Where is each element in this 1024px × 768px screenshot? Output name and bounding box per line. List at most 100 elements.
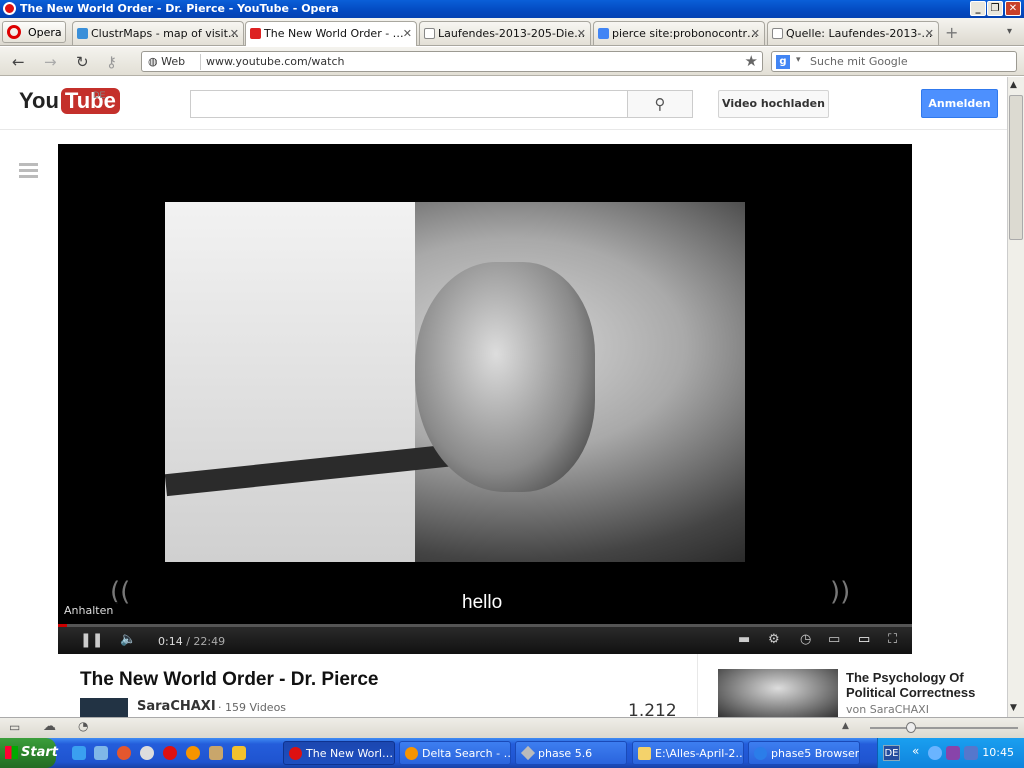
- video-player[interactable]: (( )) hello Anhalten ❚❚ 🔈 0:14 / 22:49 ▬…: [58, 144, 912, 654]
- channel-video-count: · 159 Videos: [218, 701, 287, 714]
- url-text[interactable]: www.youtube.com/watch: [206, 55, 345, 68]
- player-controls: ❚❚ 🔈 0:14 / 22:49 ▬ ⚙ ◷ ▭ ▭ ⛶: [58, 627, 912, 654]
- zoom-slider-knob[interactable]: [906, 722, 916, 733]
- app-tray-icon[interactable]: [946, 746, 960, 760]
- browser-status-bar: ▭ ☁ ◔ ▲: [0, 717, 1024, 738]
- minimize-button[interactable]: _: [970, 1, 986, 16]
- taskbar-item-delta-search[interactable]: Delta Search - …: [399, 741, 511, 765]
- channel-avatar[interactable]: [80, 698, 128, 718]
- related-video-thumbnail[interactable]: [718, 669, 838, 717]
- close-tab-icon[interactable]: ✕: [577, 27, 586, 40]
- taskbar-item-phase56[interactable]: phase 5.6: [515, 741, 627, 765]
- related-video-author: von SaraCHAXI: [846, 703, 929, 716]
- language-indicator[interactable]: DE: [883, 745, 900, 761]
- pause-tooltip: Anhalten: [58, 602, 120, 619]
- subtitle-caption: hello: [454, 590, 511, 616]
- tab-bar: Opera ClustrMaps - map of visit… ✕ The N…: [0, 18, 1024, 46]
- taskbar-item-phase5-browser[interactable]: phase5 Browser: [748, 741, 860, 765]
- forward-arrow-icon[interactable]: →: [44, 53, 57, 71]
- settings-gear-icon[interactable]: ⚙: [768, 632, 780, 647]
- zoom-menu-icon[interactable]: ▲: [842, 721, 849, 731]
- tab-menu-chevron-icon[interactable]: ▾: [1007, 26, 1012, 37]
- pause-button[interactable]: ❚❚: [80, 632, 103, 648]
- channel-name[interactable]: SaraCHAXI: [137, 699, 216, 714]
- video-frame: [165, 202, 745, 562]
- taskbar-item-explorer[interactable]: E:\Alles-April-2…: [632, 741, 744, 765]
- reload-icon[interactable]: ↻: [76, 53, 89, 71]
- scroll-up-icon[interactable]: ▲: [1010, 80, 1017, 90]
- captions-icon[interactable]: ▬: [738, 632, 750, 647]
- windows-taskbar: Start The New Worl… Delta Search - … pha…: [0, 738, 1024, 768]
- opera-quicklaunch-icon[interactable]: [163, 746, 177, 760]
- taskbar-item-opera[interactable]: The New Worl…: [283, 741, 395, 765]
- navigation-bar: ← → ↻ ⚷ ◍ Web www.youtube.com/watch ★ g …: [0, 47, 1024, 76]
- tab-laufendes[interactable]: Laufendes-2013-205-Die… ✕: [419, 21, 591, 45]
- panel-toggle-icon[interactable]: ▭: [9, 720, 20, 734]
- close-tab-icon[interactable]: ✕: [230, 27, 239, 40]
- large-player-icon[interactable]: ▭: [858, 632, 870, 647]
- guide-menu-icon[interactable]: [19, 163, 38, 178]
- bookmark-star-icon[interactable]: ★: [745, 52, 758, 70]
- scrollbar-thumb[interactable]: [1009, 95, 1023, 240]
- firefox-quicklaunch-icon[interactable]: [186, 746, 200, 760]
- search-placeholder: Suche mit Google: [810, 55, 908, 68]
- diamond-icon: [520, 745, 536, 761]
- app2-quicklaunch-icon[interactable]: [232, 746, 246, 760]
- address-bar[interactable]: ◍ Web www.youtube.com/watch ★: [141, 51, 763, 72]
- opera-menu-button[interactable]: Opera: [2, 21, 66, 43]
- clock[interactable]: 10:45: [982, 746, 1014, 759]
- start-button[interactable]: Start: [0, 738, 58, 768]
- watch-later-icon[interactable]: ◷: [800, 632, 811, 647]
- google-search-field[interactable]: g ▾ Suche mit Google: [771, 51, 1017, 72]
- ie-quicklaunch-icon[interactable]: [72, 746, 86, 760]
- opera-icon: [289, 747, 302, 760]
- media-quicklaunch-icon[interactable]: [140, 746, 154, 760]
- app-quicklaunch-icon[interactable]: [117, 746, 131, 760]
- web-badge: ◍ Web: [148, 55, 186, 68]
- upload-video-button[interactable]: Video hochladen: [718, 90, 829, 118]
- clustrmaps-icon: [77, 28, 88, 39]
- youtube-icon: [250, 28, 261, 39]
- youtube-search-button[interactable]: ⚲: [627, 90, 693, 118]
- firefox-icon: [405, 747, 418, 760]
- tab-google-search[interactable]: pierce site:probonocontr… ✕: [593, 21, 765, 45]
- fullscreen-icon[interactable]: ⛶: [888, 632, 897, 647]
- search-icon: ⚲: [654, 95, 666, 113]
- search-engine-chevron-icon[interactable]: ▾: [796, 55, 801, 65]
- network-tray-icon[interactable]: [928, 746, 942, 760]
- new-tab-icon[interactable]: +: [945, 23, 958, 42]
- cloud-icon[interactable]: ☁: [43, 719, 56, 734]
- zoom-slider[interactable]: [870, 722, 1018, 733]
- youtube-logo[interactable]: You Tube DE: [19, 88, 120, 114]
- youtube-search-input[interactable]: [190, 90, 628, 118]
- restore-button[interactable]: ❐: [987, 1, 1003, 16]
- tool-quicklaunch-icon[interactable]: [209, 746, 223, 760]
- tab-youtube[interactable]: The New World Order - … ✕: [245, 21, 417, 46]
- page-scrollbar[interactable]: ▲ ▼: [1007, 77, 1024, 717]
- related-video-title[interactable]: The Psychology Of Political Correctness: [846, 670, 986, 700]
- back-arrow-icon[interactable]: ←: [12, 53, 25, 71]
- windows-logo-icon: [5, 746, 18, 759]
- close-tab-icon[interactable]: ✕: [403, 27, 412, 40]
- desktop-quicklaunch-icon[interactable]: [94, 746, 108, 760]
- tab-label: The New World Order - …: [264, 27, 404, 40]
- volume-icon[interactable]: 🔈: [120, 632, 136, 647]
- close-window-button[interactable]: ✕: [1005, 1, 1021, 16]
- tray-expand-icon[interactable]: «: [912, 744, 919, 758]
- google-icon: [598, 28, 609, 39]
- google-icon: g: [776, 55, 790, 69]
- tab-label: pierce site:probonocontr…: [612, 27, 758, 40]
- close-tab-icon[interactable]: ✕: [925, 27, 934, 40]
- key-icon[interactable]: ⚷: [106, 53, 117, 71]
- speed-dial-icon[interactable]: ◔: [78, 719, 88, 733]
- region-label: DE: [93, 90, 106, 100]
- close-tab-icon[interactable]: ✕: [751, 27, 760, 40]
- small-player-icon[interactable]: ▭: [828, 632, 840, 647]
- page-icon: [772, 28, 783, 39]
- current-time: 0:14: [158, 635, 183, 648]
- sign-in-button[interactable]: Anmelden: [921, 89, 998, 118]
- tab-quelle[interactable]: Quelle: Laufendes-2013-… ✕: [767, 21, 939, 45]
- tab-clustrmaps[interactable]: ClustrMaps - map of visit… ✕: [72, 21, 244, 45]
- scroll-down-icon[interactable]: ▼: [1010, 703, 1017, 713]
- monitor-tray-icon[interactable]: [964, 746, 978, 760]
